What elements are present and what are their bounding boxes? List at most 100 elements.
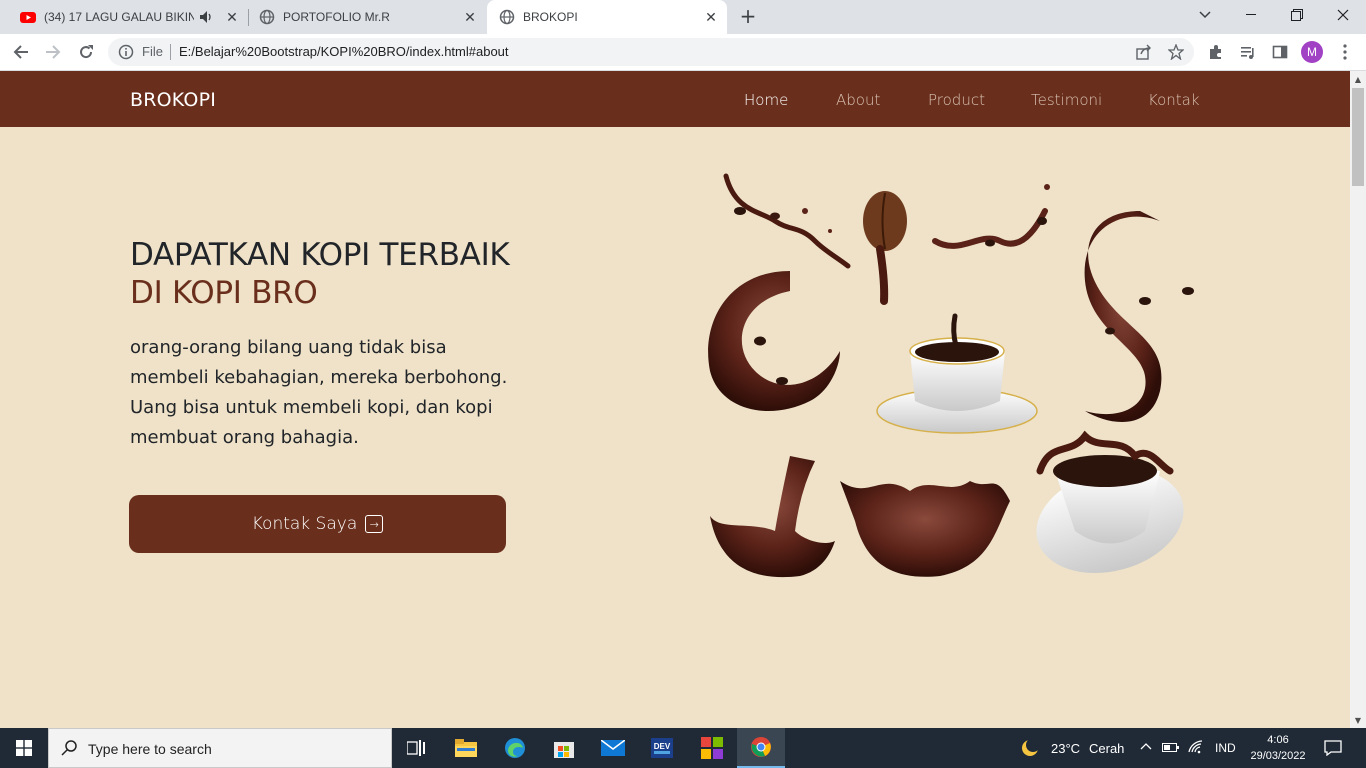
close-tab-icon[interactable]: ✕ [224, 9, 240, 25]
tab-title: BROKOPI [523, 10, 578, 24]
hero-title: DAPATKAN KOPI TERBAIK DI KOPI BRO [130, 236, 510, 312]
arrow-left-icon [13, 45, 28, 59]
info-icon[interactable] [118, 44, 134, 60]
weather-description[interactable]: Cerah [1089, 741, 1124, 756]
playlist-icon [1241, 47, 1254, 59]
windows-taskbar: Type here to search DEV 23°C Cerah IND 4… [0, 728, 1366, 768]
extensions-button[interactable] [1204, 40, 1228, 64]
globe-icon [259, 9, 275, 25]
store-button[interactable] [540, 728, 588, 768]
clock-time: 4:06 [1267, 734, 1289, 746]
chrome-button[interactable] [737, 728, 785, 768]
speaker-icon[interactable] [200, 11, 214, 23]
restore-icon [1291, 9, 1303, 21]
box-arrow-right-icon: → [365, 515, 384, 533]
restore-button[interactable] [1274, 0, 1320, 30]
reload-button[interactable] [74, 40, 98, 64]
puzzle-icon [1210, 45, 1221, 59]
nav-product[interactable]: Product [928, 91, 985, 109]
store-icon [554, 742, 574, 758]
kebab-menu-icon [1343, 44, 1347, 60]
forward-button[interactable] [41, 40, 65, 64]
close-window-button[interactable] [1320, 0, 1366, 30]
minimize-icon [1246, 14, 1256, 15]
nav-kontak[interactable]: Kontak [1148, 91, 1200, 109]
svg-text:DEV: DEV [654, 742, 671, 751]
battery-icon[interactable] [1162, 741, 1180, 753]
profile-avatar[interactable]: M [1301, 41, 1323, 63]
taskbar-search[interactable]: Type here to search [48, 728, 392, 768]
tab-title: PORTOFOLIO Mr.R [283, 10, 390, 24]
side-panel-icon [1272, 45, 1288, 59]
brand-logo[interactable]: BROKOPI [130, 89, 216, 111]
notification-icon[interactable] [1324, 740, 1342, 756]
new-tab-button[interactable]: + [738, 6, 758, 27]
back-button[interactable] [9, 40, 33, 64]
page-viewport: BROKOPI Home About Product Testimoni Kon… [0, 71, 1350, 728]
task-view-button[interactable] [392, 728, 440, 768]
close-icon [1337, 9, 1349, 21]
contact-button[interactable]: Kontak Saya → [129, 495, 506, 553]
dev-app-icon: DEV [651, 738, 673, 758]
weather-temperature[interactable]: 23°C [1051, 741, 1080, 756]
address-bar[interactable]: File E:/Belajar%20Bootstrap/KOPI%20BRO/i… [108, 38, 1194, 66]
hero-paragraph: orang-orang bilang uang tidak bisa membe… [130, 337, 508, 448]
hero-title-line1: DAPATKAN KOPI TERBAIK [130, 237, 510, 273]
coffee-splash-illustration [708, 173, 1194, 578]
clock-date: 29/03/2022 [1250, 750, 1306, 762]
file-explorer-button[interactable] [442, 728, 490, 768]
globe-icon [499, 9, 515, 25]
scroll-up-icon[interactable]: ▲ [1350, 71, 1366, 87]
side-panel-button[interactable] [1268, 40, 1292, 64]
star-icon[interactable] [1168, 44, 1184, 60]
page-scrollbar[interactable]: ▲ ▼ [1350, 71, 1366, 728]
site-navbar: BROKOPI Home About Product Testimoni Kon… [0, 71, 1350, 127]
search-icon [61, 740, 77, 756]
close-tab-icon[interactable]: ✕ [703, 9, 719, 25]
task-view-icon [407, 740, 425, 756]
browser-toolbar: File E:/Belajar%20Bootstrap/KOPI%20BRO/i… [0, 34, 1366, 71]
share-icon[interactable] [1136, 44, 1152, 60]
colorful-app-button[interactable] [688, 728, 736, 768]
chevron-up-icon[interactable] [1140, 742, 1152, 750]
close-tab-icon[interactable]: ✕ [462, 9, 478, 25]
url-text[interactable]: E:/Belajar%20Bootstrap/KOPI%20BRO/index.… [179, 44, 509, 59]
system-clock[interactable]: 4:06 29/03/2022 [1248, 732, 1308, 764]
search-placeholder: Type here to search [88, 741, 212, 757]
menu-button[interactable] [1333, 40, 1357, 64]
omnibox-divider [170, 44, 171, 60]
contact-button-label: Kontak Saya [251, 514, 358, 534]
chevron-down-icon [1199, 11, 1211, 19]
edge-button[interactable] [491, 728, 539, 768]
minimize-button[interactable] [1228, 0, 1274, 30]
windows-logo-icon [16, 740, 32, 756]
tab-brokopi[interactable]: BROKOPI ✕ [487, 0, 727, 34]
tab-title: (34) 17 LAGU GALAU BIKIN B... [44, 10, 194, 24]
chrome-icon [751, 737, 771, 757]
tab-youtube[interactable]: (34) 17 LAGU GALAU BIKIN B... ✕ [8, 0, 248, 34]
tab-strip: (34) 17 LAGU GALAU BIKIN B... ✕ PORTOFOL… [0, 0, 1366, 34]
tab-search-button[interactable] [1182, 0, 1228, 30]
wifi-icon[interactable] [1188, 740, 1204, 754]
language-indicator[interactable]: IND [1215, 741, 1236, 755]
scroll-down-icon[interactable]: ▼ [1350, 712, 1366, 728]
nav-about[interactable]: About [836, 91, 880, 109]
start-button[interactable] [0, 728, 48, 768]
mail-icon [601, 740, 625, 756]
nav-testimoni[interactable]: Testimoni [1031, 91, 1102, 109]
mail-button[interactable] [589, 728, 637, 768]
reload-icon [80, 45, 93, 59]
edge-icon [505, 738, 525, 758]
tab-portofolio[interactable]: PORTOFOLIO Mr.R ✕ [249, 0, 486, 34]
youtube-icon [20, 12, 36, 23]
scroll-thumb[interactable] [1352, 88, 1364, 186]
media-control-button[interactable] [1236, 40, 1260, 64]
hero-title-line2: DI KOPI BRO [130, 275, 318, 311]
folder-icon [455, 739, 477, 757]
weather-moon-icon[interactable] [1020, 738, 1040, 758]
grid-app-icon [701, 737, 723, 759]
dev-app-button[interactable]: DEV [638, 728, 686, 768]
nav-home[interactable]: Home [744, 91, 788, 109]
scheme-label: File [142, 44, 163, 59]
arrow-right-icon [46, 45, 61, 59]
